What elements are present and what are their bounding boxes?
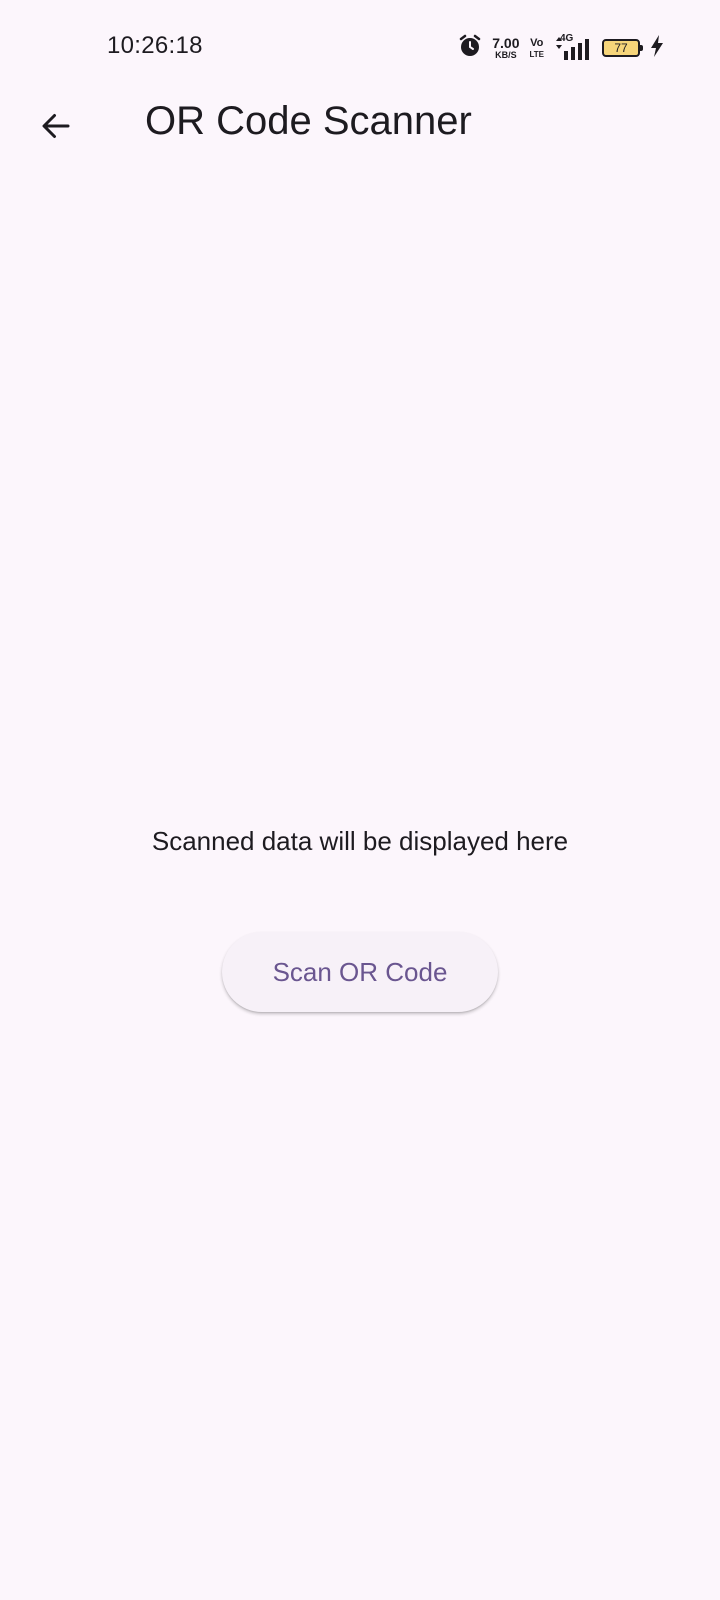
network-speed-value: 7.00	[492, 35, 520, 51]
network-speed: 7.00 KB/S	[492, 36, 519, 60]
network-type: 4G	[560, 33, 574, 44]
network-speed-unit: KB/S	[495, 50, 517, 60]
scan-qr-code-button[interactable]: Scan OR Code	[222, 932, 498, 1012]
status-bar: 10:26:18 7.00 KB/S Vo LTE 4G 77	[0, 0, 720, 90]
app-bar: OR Code Scanner	[0, 90, 720, 160]
charging-icon	[650, 34, 664, 63]
arrow-back-icon	[38, 108, 74, 149]
signal-icon: 4G	[554, 33, 592, 61]
back-button[interactable]	[28, 100, 84, 156]
scanned-data-text: Scanned data will be displayed here	[151, 826, 569, 856]
battery-icon: 77	[602, 39, 643, 57]
status-icons: 7.00 KB/S Vo LTE 4G 77	[458, 34, 664, 62]
volte-bottom: LTE	[529, 49, 544, 59]
battery-level: 77	[614, 41, 628, 55]
status-time: 10:26:18	[107, 32, 203, 59]
alarm-icon	[458, 34, 482, 63]
volte-indicator: Vo LTE	[529, 36, 544, 59]
page-title: OR Code Scanner	[145, 99, 472, 143]
volte-top: Vo	[530, 36, 544, 49]
